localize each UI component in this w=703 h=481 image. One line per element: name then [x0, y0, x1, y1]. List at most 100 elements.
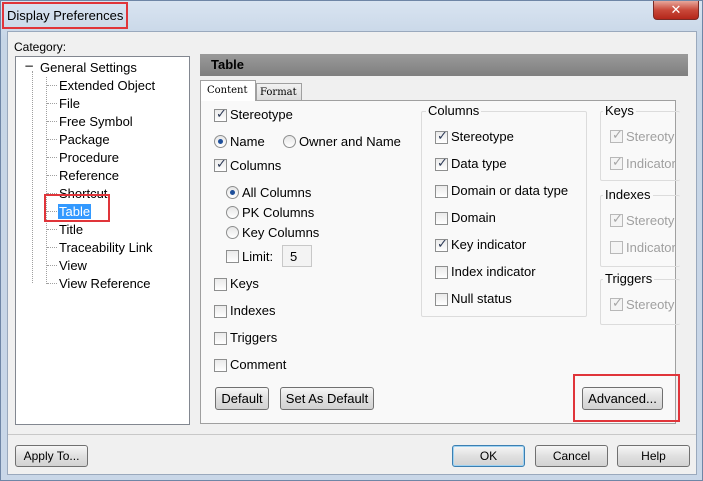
category-label: Category:	[14, 40, 67, 54]
column-option-checkbox[interactable]	[435, 212, 448, 225]
all-columns-radio[interactable]	[226, 186, 239, 199]
keys-indicator-label: Indicator	[626, 156, 676, 171]
selection-highlight-box	[44, 194, 110, 222]
key-columns-radio[interactable]	[226, 226, 239, 239]
tree-item-label: Traceability Link	[59, 240, 153, 255]
tree-item-label: Reference	[59, 168, 119, 183]
panel-header: Table	[200, 54, 688, 76]
default-button[interactable]: Default	[215, 387, 269, 410]
indexes-checkbox[interactable]	[214, 305, 227, 318]
name-radio[interactable]	[214, 135, 227, 148]
indexes-indicator-checkbox[interactable]	[610, 241, 623, 254]
column-option-label: Data type	[451, 156, 507, 171]
panel-title: Table	[211, 57, 244, 72]
column-option-checkbox[interactable]	[435, 293, 448, 306]
tree-item-label: Extended Object	[59, 78, 156, 93]
keys-checkbox[interactable]	[214, 278, 227, 291]
tree-item-label: Procedure	[59, 150, 119, 165]
column-option-checkbox[interactable]	[435, 266, 448, 279]
close-icon: ✕	[670, 2, 682, 18]
keys-indicator-checkbox[interactable]	[610, 155, 623, 170]
pk-columns-radio[interactable]	[226, 206, 239, 219]
indexes-stereotype-label: Stereoty	[626, 213, 675, 228]
owner-and-name-label: Owner and Name	[299, 134, 401, 149]
column-option-checkbox[interactable]	[435, 237, 448, 252]
tree-root-label: General Settings	[40, 60, 137, 75]
triggers-label: Triggers	[230, 330, 278, 345]
tab-content[interactable]: Content	[200, 80, 256, 101]
tree-item-label: File	[59, 96, 80, 111]
limit-checkbox[interactable]	[226, 250, 239, 263]
tree-connector	[47, 121, 57, 122]
tree-connector	[47, 229, 57, 230]
column-option-checkbox[interactable]	[435, 156, 448, 171]
collapse-icon[interactable]: −	[24, 59, 34, 73]
tree-connector	[47, 265, 57, 266]
keys-group: Keys Stereoty Indicator	[600, 103, 680, 181]
dialog-window: Display Preferences ✕ Category: − Genera…	[0, 0, 703, 481]
tree-connector	[47, 139, 57, 140]
tree-connector	[47, 103, 57, 104]
triggers-group-title: Triggers	[603, 271, 655, 286]
close-button[interactable]: ✕	[653, 1, 699, 20]
title-highlight-box	[2, 2, 128, 29]
owner-and-name-radio[interactable]	[283, 135, 296, 148]
columns-group-title: Columns	[426, 103, 482, 118]
keys-label: Keys	[230, 276, 259, 291]
indexes-group-title: Indexes	[603, 187, 653, 202]
limit-label: Limit:	[242, 249, 274, 264]
help-button[interactable]: Help	[617, 445, 690, 467]
triggers-stereotype-checkbox[interactable]	[610, 296, 623, 311]
column-option-label: Stereotype	[451, 129, 514, 144]
title-bar[interactable]: Display Preferences ✕	[1, 1, 702, 31]
tree-line	[32, 71, 33, 283]
cancel-button[interactable]: Cancel	[535, 445, 608, 467]
name-radio-label: Name	[230, 134, 265, 149]
indexes-label: Indexes	[230, 303, 276, 318]
dialog-body: Category: − General Settings Extended Ob…	[7, 31, 697, 475]
tree-line	[46, 77, 47, 284]
tree-item-label: View	[59, 258, 87, 273]
pk-columns-label: PK Columns	[242, 205, 315, 220]
columns-group: Columns Stereotype Data type Domain or dat…	[421, 103, 587, 317]
stereotype-checkbox[interactable]	[214, 107, 227, 122]
comment-checkbox[interactable]	[214, 359, 227, 372]
triggers-group: Triggers Stereoty	[600, 271, 680, 325]
apply-to-button[interactable]: Apply To...	[15, 445, 88, 467]
keys-stereotype-label: Stereoty	[626, 129, 675, 144]
key-columns-label: Key Columns	[242, 225, 320, 240]
stereotype-label: Stereotype	[230, 107, 293, 122]
triggers-stereotype-label: Stereoty	[626, 297, 675, 312]
advanced-highlight-box	[573, 374, 680, 422]
divider	[8, 434, 696, 435]
tree-connector	[47, 247, 57, 248]
tree-connector	[47, 175, 57, 176]
column-option-label: Null status	[451, 291, 512, 306]
tree-connector	[47, 283, 57, 284]
indexes-group: Indexes Stereoty Indicator	[600, 187, 680, 267]
category-tree[interactable]: − General Settings Extended Object File Fr…	[15, 56, 190, 425]
tree-item-label: View Reference	[59, 276, 151, 291]
tree-item-label: Free Symbol	[59, 114, 133, 129]
set-as-default-button[interactable]: Set As Default	[280, 387, 374, 410]
columns-label: Columns	[230, 158, 282, 173]
tree-item-label: Title	[59, 222, 84, 237]
column-option-label: Domain or data type	[451, 183, 569, 198]
columns-checkbox[interactable]	[214, 157, 227, 172]
indexes-stereotype-checkbox[interactable]	[610, 212, 623, 227]
triggers-checkbox[interactable]	[214, 332, 227, 345]
ok-button[interactable]: OK	[452, 445, 525, 467]
tree-connector	[47, 157, 57, 158]
indexes-indicator-label: Indicator	[626, 240, 676, 255]
column-option-checkbox[interactable]	[435, 185, 448, 198]
keys-stereotype-checkbox[interactable]	[610, 128, 623, 143]
tab-format[interactable]: Format	[256, 83, 302, 101]
column-option-label: Key indicator	[451, 237, 527, 252]
column-option-checkbox[interactable]	[435, 129, 448, 144]
all-columns-label: All Columns	[242, 185, 312, 200]
comment-label: Comment	[230, 357, 287, 372]
limit-input[interactable]: 5	[282, 245, 312, 267]
keys-group-title: Keys	[603, 103, 636, 118]
tree-item-label: Package	[59, 132, 110, 147]
tab-page: Stereotype Name Owner and Name Columns A…	[200, 100, 680, 424]
